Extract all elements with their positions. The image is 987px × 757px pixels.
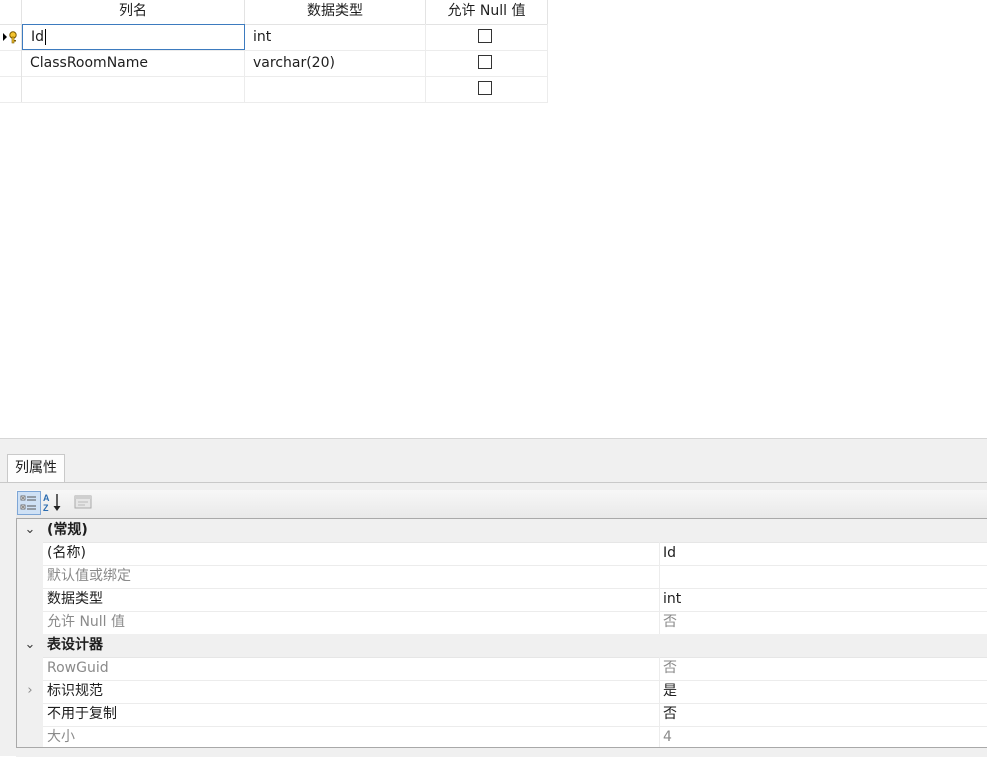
property-row[interactable]: 允许 Null 值 否 [17, 611, 987, 635]
data-type-cell[interactable]: int [245, 24, 426, 50]
column-properties-panel: 列属性 A Z ⌄ (常规) (名称) Id 默认值或绑定 数据类型 int 允… [0, 442, 987, 757]
row-gutter [17, 565, 43, 588]
property-row[interactable]: RowGuid 否 [17, 657, 987, 681]
category-label: (常规) [47, 522, 88, 538]
row-selector[interactable] [0, 50, 22, 76]
allow-null-header[interactable]: 允许 Null 值 [426, 0, 548, 24]
primary-key-icon [3, 31, 17, 44]
svg-text:Z: Z [43, 503, 49, 513]
property-grid: ⌄ (常规) (名称) Id 默认值或绑定 数据类型 int 允许 Null 值… [16, 518, 987, 757]
property-row[interactable]: 数据类型 int [17, 588, 987, 612]
allow-null-checkbox[interactable] [478, 29, 492, 43]
property-row[interactable]: 默认值或绑定 [17, 565, 987, 589]
allow-null-checkbox[interactable] [478, 55, 492, 69]
allow-null-checkbox[interactable] [478, 81, 492, 95]
property-pages-icon [74, 495, 92, 509]
categorized-button[interactable] [17, 491, 41, 515]
column-name-value[interactable]: Id [31, 29, 44, 45]
row-gutter [17, 726, 43, 749]
property-name: 大小 [47, 729, 75, 745]
allow-null-cell [426, 50, 548, 76]
row-selector[interactable] [0, 24, 22, 50]
category-general[interactable]: ⌄ (常规) [17, 519, 987, 543]
data-type-cell[interactable]: varchar(20) [245, 50, 426, 76]
tab-divider [0, 482, 987, 483]
text-caret [45, 29, 47, 45]
svg-text:A: A [43, 493, 50, 503]
chevron-right-icon[interactable]: › [23, 684, 37, 698]
data-type-header[interactable]: 数据类型 [245, 0, 426, 24]
property-value[interactable]: int [659, 588, 987, 611]
grid-row-new[interactable] [0, 76, 548, 103]
property-name: 不用于复制 [47, 706, 117, 722]
sort-az-icon: A Z [43, 493, 61, 513]
row-gutter [17, 703, 43, 726]
property-value[interactable]: Id [659, 542, 987, 565]
property-name: RowGuid [47, 660, 109, 676]
property-row[interactable]: (名称) Id [17, 542, 987, 566]
allow-null-cell [426, 24, 548, 50]
grid-header: 列名 数据类型 允许 Null 值 [0, 0, 548, 25]
allow-null-cell [426, 76, 548, 102]
column-name-header[interactable]: 列名 [22, 0, 245, 24]
category-label: 表设计器 [47, 637, 103, 653]
property-row[interactable]: 不用于复制 否 [17, 703, 987, 727]
grid-row[interactable]: ClassRoomName varchar(20) [0, 50, 548, 77]
property-value[interactable]: 否 [659, 611, 987, 634]
chevron-down-icon[interactable]: ⌄ [23, 638, 37, 652]
row-selector-header [0, 0, 22, 24]
property-value[interactable]: 否 [659, 657, 987, 680]
grid-row[interactable]: Id int [0, 24, 548, 51]
property-value[interactable]: 否 [659, 703, 987, 726]
property-name: 允许 Null 值 [47, 614, 126, 630]
category-table-designer[interactable]: ⌄ 表设计器 [17, 634, 987, 658]
property-name: 默认值或绑定 [47, 568, 131, 584]
row-gutter [17, 588, 43, 611]
alphabetical-button[interactable]: A Z [42, 491, 66, 515]
row-selector[interactable] [0, 76, 22, 102]
chevron-down-icon[interactable]: ⌄ [23, 523, 37, 537]
property-value[interactable] [659, 565, 987, 588]
row-gutter [17, 657, 43, 680]
properties-toolbar: A Z [16, 490, 987, 518]
tab-column-properties[interactable]: 列属性 [7, 454, 65, 483]
column-name-cell[interactable]: Id [22, 24, 245, 50]
property-name: (名称) [47, 545, 86, 561]
row-gutter [17, 542, 43, 565]
property-pages-button[interactable] [72, 491, 96, 515]
row-gutter [17, 611, 43, 634]
column-name-cell[interactable]: ClassRoomName [22, 50, 245, 76]
property-row[interactable]: › 标识规范 是 [17, 680, 987, 704]
property-name: 标识规范 [47, 683, 103, 699]
property-value[interactable]: 4 [659, 726, 987, 749]
categorized-icon [20, 495, 36, 510]
property-value[interactable]: 是 [659, 680, 987, 703]
data-type-cell[interactable] [245, 76, 426, 102]
column-name-cell[interactable] [22, 76, 245, 102]
property-name: 数据类型 [47, 591, 103, 607]
